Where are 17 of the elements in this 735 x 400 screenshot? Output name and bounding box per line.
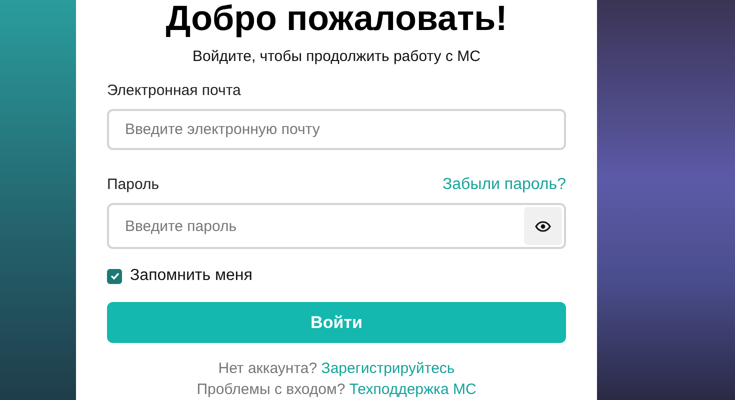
checkbox-label: Запомнить меня <box>130 266 252 286</box>
forgot-password-link[interactable]: Забыли пароль? <box>442 175 566 196</box>
email-field[interactable]: Введите электронную почту <box>107 109 566 150</box>
show-password-button[interactable] <box>524 207 562 246</box>
field-label: Пароль <box>107 175 160 196</box>
check-icon <box>110 272 120 280</box>
field-label: Электронная почта <box>107 81 242 101</box>
footer-link[interactable]: Зарегистрируйтесь <box>321 360 455 377</box>
footer-link[interactable]: Техподдержка МС <box>349 381 476 398</box>
page-title: Добро пожаловать! <box>164 0 508 38</box>
password-field[interactable]: Введите пароль <box>107 203 566 250</box>
footer-text: Проблемы с входом? <box>196 381 346 398</box>
footer-text: Нет аккаунта? <box>218 360 318 377</box>
eye-icon <box>535 220 551 232</box>
subtitle: Войдите, чтобы продолжить работу с МС <box>192 47 482 67</box>
remember-checkbox[interactable] <box>107 268 122 284</box>
login-button[interactable]: Войти <box>107 302 566 343</box>
